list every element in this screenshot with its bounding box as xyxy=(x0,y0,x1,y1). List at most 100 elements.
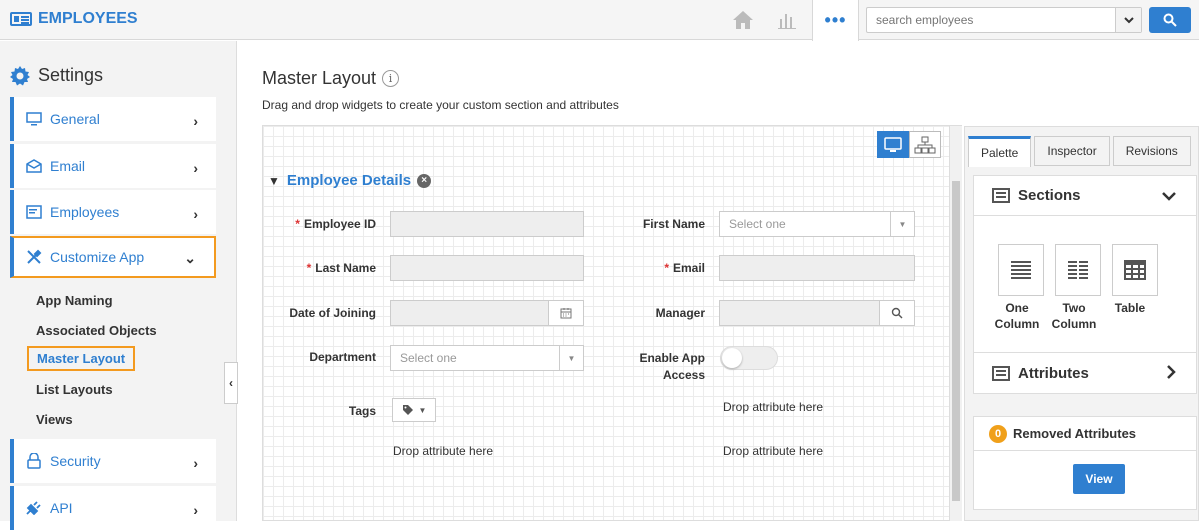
email-input[interactable] xyxy=(719,255,915,281)
sidebar-item-label: General xyxy=(50,111,100,127)
sidebar-item-general[interactable]: General › xyxy=(10,97,216,141)
more-dots-icon[interactable]: ••• xyxy=(812,0,859,41)
settings-title: Settings xyxy=(38,65,104,85)
chevron-left-icon: ‹ xyxy=(229,376,233,390)
caret-down-icon: ▼ xyxy=(559,346,583,370)
search-button[interactable] xyxy=(1149,7,1191,33)
table-widget[interactable] xyxy=(1112,244,1158,296)
monitor-icon xyxy=(884,136,902,152)
email-label: * Email xyxy=(664,261,705,275)
page-title-text: Master Layout xyxy=(262,68,377,88)
removed-attributes-box: 0 Removed Attributes xyxy=(973,416,1197,510)
sidebar-item-label: API xyxy=(50,500,73,516)
bar-chart-icon[interactable] xyxy=(772,0,802,40)
search-box xyxy=(866,7,1142,33)
sitemap-icon xyxy=(914,136,936,153)
page-description: Drag and drop widgets to create your cus… xyxy=(262,98,619,112)
first-name-select[interactable]: Select one ▼ xyxy=(719,211,915,237)
info-icon[interactable]: i xyxy=(382,70,400,87)
tags-dropdown-button[interactable]: ▼ xyxy=(392,398,436,422)
section-title[interactable]: ▼ Employee Details × xyxy=(268,172,432,189)
enable-app-access-toggle[interactable] xyxy=(720,346,778,370)
sidebar-subitem-associated-objects[interactable]: Associated Objects xyxy=(36,323,157,338)
drop-zone-right-1[interactable]: Drop attribute here xyxy=(723,400,823,414)
employee-id-input[interactable] xyxy=(390,211,584,237)
search-dropdown-chevron-icon[interactable] xyxy=(1115,8,1141,32)
hierarchy-view-button[interactable] xyxy=(909,131,941,158)
department-select[interactable]: Select one ▼ xyxy=(390,345,584,371)
sidebar-item-security[interactable]: Security › xyxy=(10,439,216,483)
attributes-header[interactable]: Attributes xyxy=(974,353,1196,393)
search-input[interactable] xyxy=(867,8,1107,32)
employee-id-label: * Employee ID xyxy=(295,217,376,231)
drop-zone-left[interactable]: Drop attribute here xyxy=(393,444,493,458)
scrollbar-thumb[interactable] xyxy=(952,181,960,501)
list-card-icon xyxy=(26,205,42,219)
tags-label: Tags xyxy=(348,404,376,418)
app-brand[interactable]: EMPLOYEES xyxy=(10,10,138,28)
page-title: Master Layout i xyxy=(262,68,400,89)
tab-palette[interactable]: Palette xyxy=(968,136,1032,167)
sections-icon xyxy=(992,188,1010,203)
sidebar-collapse-button[interactable]: ‹ xyxy=(224,362,238,404)
tab-revisions[interactable]: Revisions xyxy=(1112,136,1191,166)
date-of-joining-input[interactable] xyxy=(390,300,584,326)
section-title-text: Employee Details xyxy=(286,172,412,189)
gear-icon xyxy=(10,65,30,85)
search-icon[interactable] xyxy=(879,301,914,325)
two-column-icon xyxy=(1068,261,1088,279)
drop-zone-right-2[interactable]: Drop attribute here xyxy=(723,444,823,458)
chevron-down-icon xyxy=(1162,188,1176,204)
envelope-icon xyxy=(26,159,42,173)
first-name-label: First Name xyxy=(642,217,705,231)
tag-icon xyxy=(402,405,413,415)
table-icon xyxy=(1124,260,1146,280)
chevron-right-icon: › xyxy=(193,502,198,518)
canvas-scrollbar[interactable] xyxy=(949,126,962,521)
one-column-label: One Column xyxy=(994,301,1040,331)
home-icon[interactable] xyxy=(728,0,758,40)
caret-down-icon: ▼ xyxy=(890,212,914,236)
sidebar-item-employees[interactable]: Employees › xyxy=(10,190,216,234)
sidebar-item-label: Customize App xyxy=(50,249,145,265)
table-label: Table xyxy=(1114,301,1146,315)
two-column-widget[interactable] xyxy=(1055,244,1101,296)
calendar-icon[interactable] xyxy=(548,301,583,325)
sidebar-subitem-app-naming[interactable]: App Naming xyxy=(36,293,113,308)
enable-app-access-label: Enable App Access xyxy=(639,351,705,382)
tab-inspector[interactable]: Inspector xyxy=(1034,136,1110,166)
attributes-title: Attributes xyxy=(1018,364,1089,382)
removed-attributes-title: Removed Attributes xyxy=(1013,426,1137,441)
removed-attributes-header: 0 Removed Attributes xyxy=(974,417,1196,451)
one-column-widget[interactable] xyxy=(998,244,1044,296)
desktop-view-button[interactable] xyxy=(877,131,909,158)
sidebar-item-api[interactable]: API › xyxy=(10,486,216,530)
chevron-right-icon: › xyxy=(193,113,198,129)
remove-section-icon[interactable]: × xyxy=(417,173,432,188)
sidebar-item-label: Employees xyxy=(50,204,120,220)
caret-down-icon: ▼ xyxy=(418,405,427,415)
chevron-down-icon[interactable]: ▼ xyxy=(268,174,280,188)
top-bar: EMPLOYEES ••• xyxy=(0,0,1199,41)
manager-label: Manager xyxy=(655,306,705,320)
sections-header[interactable]: Sections xyxy=(974,176,1196,216)
tools-icon xyxy=(26,249,42,264)
view-toggle-group xyxy=(877,131,941,158)
one-column-icon xyxy=(1011,261,1031,279)
sidebar-item-email[interactable]: Email › xyxy=(10,144,216,188)
sidebar-item-customize-app[interactable]: Customize App ⌄ xyxy=(10,236,216,278)
sidebar-subitem-master-layout[interactable]: Master Layout xyxy=(27,346,136,371)
plug-icon xyxy=(26,501,42,515)
sidebar-subitem-views[interactable]: Views xyxy=(36,412,73,427)
last-name-label: * Last Name xyxy=(306,261,376,275)
department-label: Department xyxy=(309,350,376,364)
manager-input[interactable] xyxy=(719,300,915,326)
chevron-right-icon xyxy=(1167,365,1176,382)
chevron-right-icon: › xyxy=(193,206,198,222)
first-name-select-value: Select one xyxy=(729,217,786,231)
sidebar-item-label: Email xyxy=(50,158,86,174)
monitor-icon xyxy=(26,112,42,126)
view-removed-button[interactable]: View xyxy=(1073,464,1125,494)
sidebar-subitem-list-layouts[interactable]: List Layouts xyxy=(36,382,113,397)
last-name-input[interactable] xyxy=(390,255,584,281)
